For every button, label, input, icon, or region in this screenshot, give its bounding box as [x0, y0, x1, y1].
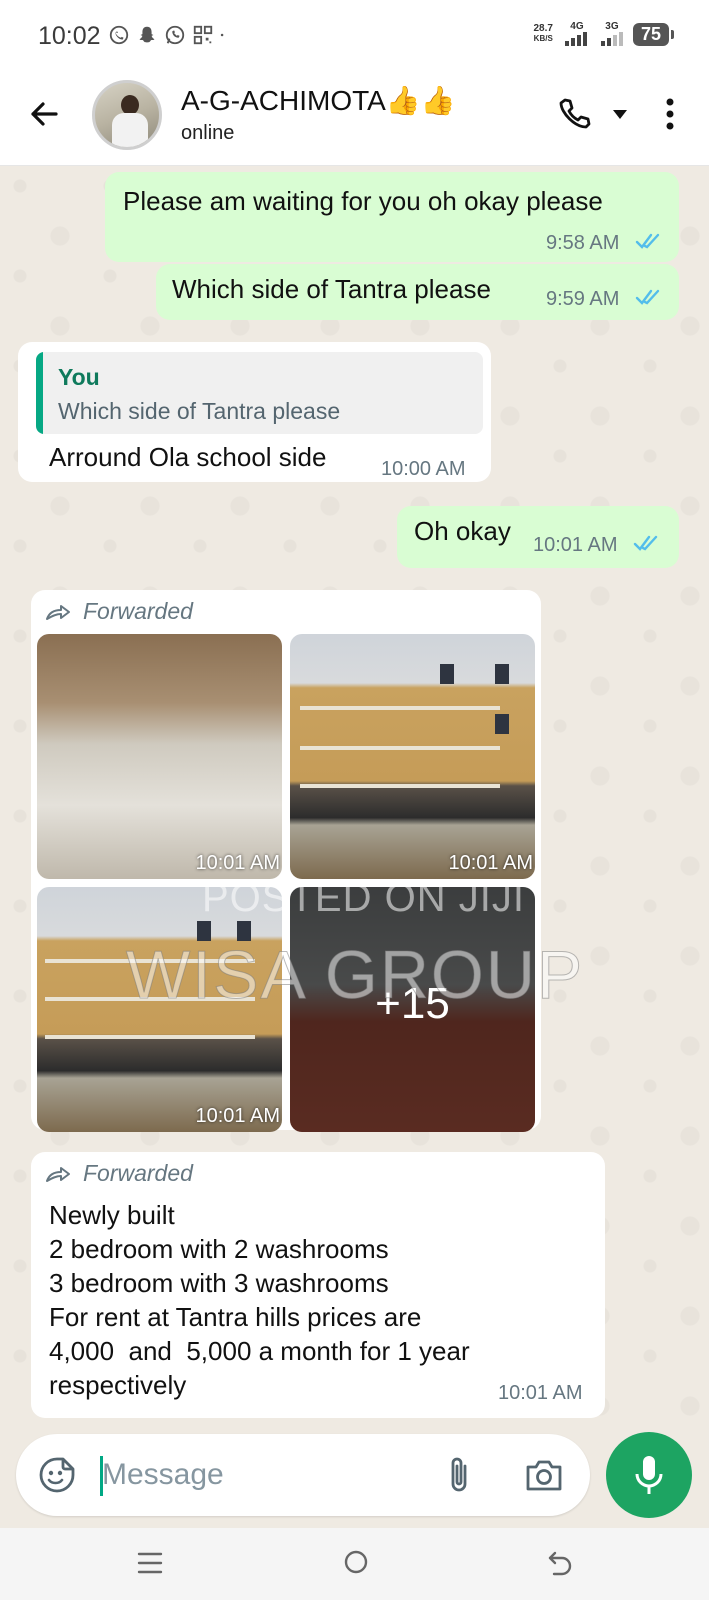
- photo-building-side[interactable]: 10:01 AM: [37, 887, 282, 1132]
- forwarded-text: Forwarded: [83, 1160, 193, 1186]
- system-navigation-bar: [0, 1528, 709, 1600]
- photo-time: 10:01 AM: [195, 1105, 280, 1127]
- qr-code-icon: [193, 25, 213, 45]
- back-arrow-icon[interactable]: [26, 96, 62, 132]
- status-time: 10:02: [38, 22, 101, 50]
- message-composer: [16, 1434, 590, 1516]
- photo-time: 10:01 AM: [448, 852, 533, 874]
- network-speed-value: 28.7: [533, 23, 553, 34]
- microphone-icon: [635, 1456, 663, 1494]
- forwarded-label: Forwarded: [45, 598, 193, 625]
- camera-icon[interactable]: [524, 1456, 564, 1494]
- quote-author: You: [58, 364, 100, 390]
- photo-courtyard-more[interactable]: +15: [290, 887, 535, 1132]
- system-indicators: 28.7 KB/S 4G 3G 75: [534, 21, 675, 46]
- forwarded-text-message[interactable]: Forwarded Newly built 2 bedroom with 2 w…: [31, 1152, 605, 1418]
- message-line: 2 bedroom with 2 washrooms: [49, 1234, 389, 1264]
- outgoing-message[interactable]: Which side of Tantra please 9:59 AM: [156, 264, 679, 320]
- message-time: 9:58 AM: [546, 232, 620, 254]
- photo-empty-room[interactable]: 10:01 AM: [37, 634, 282, 879]
- message-line: 4,000 and 5,000 a month for 1 year: [49, 1336, 470, 1366]
- avatar-body-shape: [112, 113, 148, 147]
- message-text: Which side of Tantra please: [172, 274, 491, 304]
- forwarded-label: Forwarded: [45, 1160, 193, 1187]
- window: [197, 921, 211, 941]
- balcony-railing: [300, 784, 500, 788]
- home-icon[interactable]: [342, 1548, 370, 1576]
- recent-apps-icon[interactable]: [136, 1550, 164, 1576]
- message-line: 3 bedroom with 3 washrooms: [49, 1268, 389, 1298]
- whatsapp-icon: [165, 25, 185, 45]
- status-bar: 10:02 28.7 KB/S 4G 3G 75: [0, 0, 709, 74]
- sim1-signal: 4G: [563, 22, 591, 46]
- message-text: Arround Ola school side: [49, 442, 327, 472]
- whatsapp-call-icon: [109, 25, 129, 45]
- outgoing-message[interactable]: Please am waiting for you oh okay please…: [105, 172, 679, 262]
- emoji-sticker-icon[interactable]: [38, 1456, 76, 1494]
- balcony-railing: [45, 1035, 255, 1039]
- sim2-signal: 3G: [600, 21, 623, 46]
- contact-avatar[interactable]: [92, 80, 162, 150]
- message-text: Oh okay: [414, 516, 511, 546]
- message-time: 10:01 AM: [498, 1382, 583, 1404]
- chat-area[interactable]: Please am waiting for you oh okay please…: [0, 166, 709, 1428]
- avatar-head-shape: [121, 95, 139, 115]
- message-line: For rent at Tantra hills prices are: [49, 1302, 422, 1332]
- call-options-chevron-down-icon[interactable]: [612, 108, 628, 120]
- message-input[interactable]: [102, 1448, 402, 1502]
- network-speed: 28.7 KB/S: [534, 24, 553, 44]
- snapchat-icon: [139, 26, 155, 43]
- balcony-railing: [45, 997, 255, 1001]
- forwarded-photo-album[interactable]: Forwarded 10:01 AM 10:01 AM 10:01 AM +15: [31, 590, 541, 1132]
- quote-text: Which side of Tantra please: [58, 398, 341, 424]
- message-line: Newly built: [49, 1200, 175, 1230]
- message-time: 10:01 AM: [533, 534, 618, 556]
- message-time: 9:59 AM: [546, 288, 620, 310]
- sim2-network-type: 3G: [605, 21, 619, 32]
- quoted-reply[interactable]: You Which side of Tantra please: [36, 352, 483, 434]
- photo-building-front[interactable]: 10:01 AM: [290, 634, 535, 879]
- read-receipt-icon: [633, 535, 658, 551]
- system-back-icon[interactable]: [546, 1548, 574, 1576]
- forwarded-arrow-icon: [46, 1166, 70, 1182]
- forwarded-arrow-icon: [46, 604, 70, 620]
- signal-bars-weak-icon: [600, 32, 623, 46]
- balcony-railing: [300, 706, 500, 710]
- more-notifications-dot-icon: [220, 33, 224, 37]
- message-body: Newly built 2 bedroom with 2 washrooms 3…: [49, 1198, 470, 1402]
- battery-level: 75: [632, 22, 675, 46]
- voice-message-button[interactable]: [606, 1432, 692, 1518]
- notification-icons: [108, 24, 230, 46]
- window: [495, 664, 509, 684]
- outgoing-message[interactable]: Oh okay 10:01 AM: [397, 506, 679, 568]
- contact-name[interactable]: A-G-ACHIMOTA👍👍: [181, 84, 456, 117]
- balcony-railing: [300, 746, 500, 750]
- more-photos-count: +15: [375, 979, 450, 1028]
- window: [440, 664, 454, 684]
- voice-call-icon[interactable]: [556, 96, 592, 132]
- signal-bars-icon: [564, 32, 587, 46]
- window: [237, 921, 251, 941]
- message-text: Please am waiting for you oh okay please: [123, 186, 603, 216]
- chat-header: A-G-ACHIMOTA👍👍 online: [0, 74, 709, 166]
- sim1-network-type: 4G: [570, 21, 584, 32]
- window: [495, 714, 509, 734]
- message-line: respectively: [49, 1370, 187, 1400]
- more-options-icon[interactable]: [660, 94, 680, 134]
- balcony-railing: [45, 959, 255, 963]
- photo-time: 10:01 AM: [195, 852, 280, 874]
- read-receipt-icon: [635, 289, 660, 305]
- message-time: 10:00 AM: [381, 458, 466, 480]
- read-receipt-icon: [635, 233, 660, 249]
- forwarded-text: Forwarded: [83, 598, 193, 624]
- incoming-message[interactable]: You Which side of Tantra please Arround …: [18, 342, 491, 482]
- network-speed-unit: KB/S: [533, 34, 553, 43]
- paperclip-attach-icon[interactable]: [444, 1454, 474, 1496]
- quote-accent-bar: [36, 352, 43, 434]
- contact-status: online: [181, 122, 235, 144]
